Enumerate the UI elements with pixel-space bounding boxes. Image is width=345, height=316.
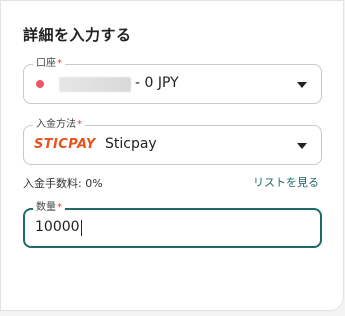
sticpay-logo: STICPAY <box>34 137 96 152</box>
text-cursor <box>81 220 82 236</box>
amount-label: 数量* <box>33 201 65 215</box>
payment-method-label: 入金方法* <box>33 118 85 132</box>
amount-field[interactable]: 数量* <box>23 201 322 248</box>
account-status-dot <box>36 80 44 88</box>
page-title: 詳細を入力する <box>23 26 132 44</box>
account-label: 口座* <box>33 57 65 71</box>
payment-method-select[interactable]: 入金方法* STICPAY Sticpay <box>23 118 322 165</box>
amount-input[interactable] <box>35 219 295 235</box>
payment-method-value: Sticpay <box>105 136 157 152</box>
account-value: - 0 JPY <box>135 75 179 91</box>
view-list-link[interactable]: リストを見る <box>253 174 319 190</box>
deposit-panel: 詳細を入力する 口座* - 0 JPY 入金方法* STICPAY Sticpa… <box>0 0 344 311</box>
deposit-fee-label: 入金手数料: 0% <box>23 177 103 190</box>
account-select[interactable]: 口座* - 0 JPY <box>23 57 322 104</box>
chevron-down-icon[interactable] <box>297 82 307 88</box>
masked-account-number <box>59 77 131 92</box>
chevron-down-icon[interactable] <box>297 143 307 149</box>
